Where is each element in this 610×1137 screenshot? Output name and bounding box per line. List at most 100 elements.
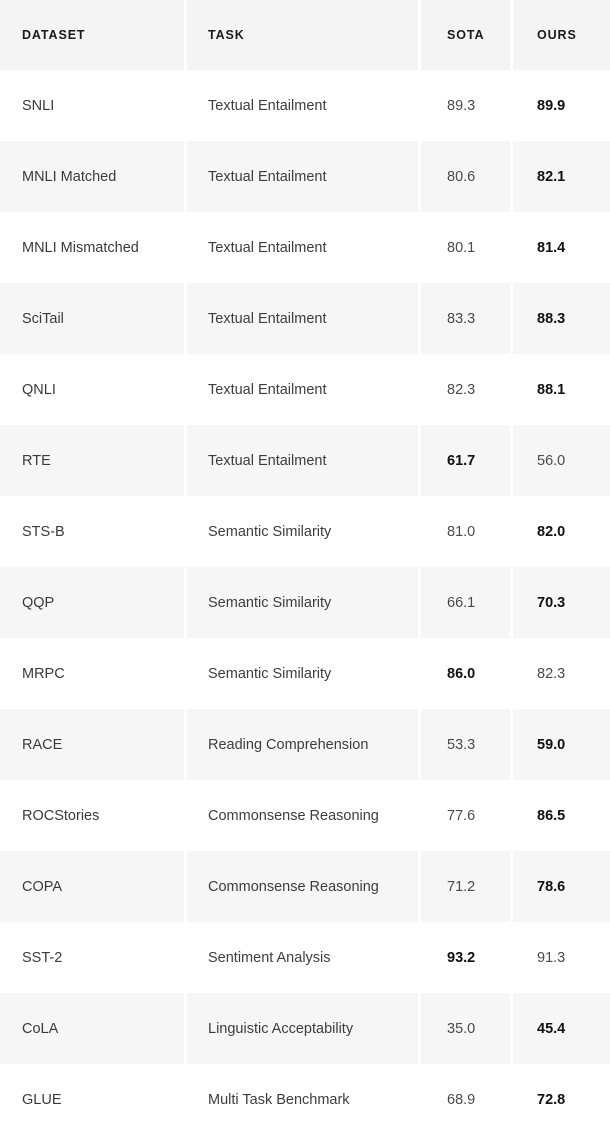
cell-dataset: STS-B [0,496,184,567]
cell-dataset-text: MNLI Matched [22,169,116,185]
cell-ours-text: 45.4 [537,1021,565,1037]
cell-ours: 78.6 [513,851,610,922]
cell-task: Commonsense Reasoning [187,851,418,922]
cell-ours: 59.0 [513,709,610,780]
cell-dataset: ROCStories [0,780,184,851]
cell-task-text: Multi Task Benchmark [208,1092,350,1108]
cell-ours-text: 59.0 [537,737,565,753]
cell-ours: 89.9 [513,70,610,141]
cell-sota-text: 82.3 [447,382,475,398]
cell-task-text: Commonsense Reasoning [208,808,379,824]
cell-sota: 93.2 [421,922,510,993]
cell-dataset: RTE [0,425,184,496]
cell-sota-text: 80.6 [447,169,475,185]
cell-sota-text: 53.3 [447,737,475,753]
results-table: DATASET TASK SOTA OURS SNLITextual Entai… [0,0,610,1137]
table-row: QNLI Textual Entailment 82.3 88.1 [0,354,610,425]
column-header-task: TASK [187,0,418,70]
cell-dataset-text: COPA [22,879,62,895]
cell-task-text: Commonsense Reasoning [208,879,379,895]
cell-dataset: SNLI [0,70,184,141]
cell-task: Textual Entailment [187,70,418,141]
cell-sota-text: 86.0 [447,666,475,682]
cell-task: Textual Entailment [187,425,418,496]
cell-sota-text: 77.6 [447,808,475,824]
table-row: SST-2 Sentiment Analysis 93.2 91.3 [0,922,610,993]
cell-task-text: Semantic Similarity [208,595,331,611]
cell-ours: 86.5 [513,780,610,851]
cell-ours-text: 91.3 [537,950,565,966]
cell-task: Textual Entailment [187,354,418,425]
cell-ours-text: 86.5 [537,808,565,824]
cell-task-text: Textual Entailment [208,311,326,327]
cell-ours: 70.3 [513,567,610,638]
cell-sota: 80.6 [421,141,510,212]
cell-task-text: Semantic Similarity [208,666,331,682]
cell-sota: 80.1 [421,212,510,283]
cell-ours: 82.3 [513,638,610,709]
cell-ours-text: 88.1 [537,382,565,398]
cell-dataset: MRPC [0,638,184,709]
table-row: STS-BSemantic Similarity81.082.0 [0,496,610,567]
cell-task: Commonsense Reasoning [187,780,418,851]
column-header-dataset: DATASET [0,0,184,70]
cell-dataset: RACE [0,709,184,780]
table-row: GLUE Multi Task Benchmark 68.972.8 [0,1064,610,1135]
cell-task-text: Textual Entailment [208,382,326,398]
cell-sota: 66.1 [421,567,510,638]
cell-dataset: SST-2 [0,922,184,993]
cell-ours-text: 56.0 [537,453,565,469]
column-header-dataset-label: DATASET [22,28,85,42]
cell-task: Semantic Similarity [187,496,418,567]
cell-sota: 53.3 [421,709,510,780]
cell-sota: 77.6 [421,780,510,851]
cell-dataset: GLUE [0,1064,184,1135]
cell-task: Sentiment Analysis [187,922,418,993]
cell-dataset-text: ROCStories [22,808,99,824]
cell-task: Semantic Similarity [187,567,418,638]
cell-dataset-text: SNLI [22,98,54,114]
cell-task-text: Semantic Similarity [208,524,331,540]
cell-sota-text: 71.2 [447,879,475,895]
table-row: COPA Commonsense Reasoning 71.2 78.6 [0,851,610,922]
cell-ours: 88.3 [513,283,610,354]
cell-ours: 82.0 [513,496,610,567]
cell-dataset: QQP [0,567,184,638]
cell-task: Reading Comprehension [187,709,418,780]
cell-ours: 72.8 [513,1064,610,1135]
cell-sota: 86.0 [421,638,510,709]
table-row: QQP Semantic Similarity 66.170.3 [0,567,610,638]
cell-sota-text: 93.2 [447,950,475,966]
cell-sota: 89.3 [421,70,510,141]
table-row: SNLI Textual Entailment 89.3 89.9 [0,70,610,141]
cell-task-text: Sentiment Analysis [208,950,331,966]
cell-task: Textual Entailment [187,283,418,354]
table-row: MRPC Semantic Similarity 86.0 82.3 [0,638,610,709]
cell-sota: 68.9 [421,1064,510,1135]
cell-dataset: QNLI [0,354,184,425]
cell-task-text: Textual Entailment [208,453,326,469]
cell-sota-text: 89.3 [447,98,475,114]
cell-sota: 71.2 [421,851,510,922]
cell-ours-text: 88.3 [537,311,565,327]
table-row: SciTailTextual Entailment83.388.3 [0,283,610,354]
cell-dataset-text: STS-B [22,524,65,540]
cell-sota: 35.0 [421,993,510,1064]
cell-ours-text: 89.9 [537,98,565,114]
table-body: SNLI Textual Entailment 89.3 89.9 MNLI Match… [0,70,610,1135]
cell-dataset-text: GLUE [22,1092,62,1108]
table-row: RACE Reading Comprehension 53.3 59.0 [0,709,610,780]
cell-task: Linguistic Acceptability [187,993,418,1064]
cell-dataset-text: MNLI Mismatched [22,240,139,256]
cell-ours: 45.4 [513,993,610,1064]
cell-dataset-text: SST-2 [22,950,62,966]
cell-dataset: COPA [0,851,184,922]
cell-task-text: Linguistic Acceptability [208,1021,353,1037]
cell-ours: 91.3 [513,922,610,993]
table-row: CoLALinguistic Acceptability35.045.4 [0,993,610,1064]
cell-ours: 81.4 [513,212,610,283]
cell-sota-text: 83.3 [447,311,475,327]
cell-task-text: Reading Comprehension [208,737,368,753]
cell-ours: 82.1 [513,141,610,212]
cell-ours: 88.1 [513,354,610,425]
